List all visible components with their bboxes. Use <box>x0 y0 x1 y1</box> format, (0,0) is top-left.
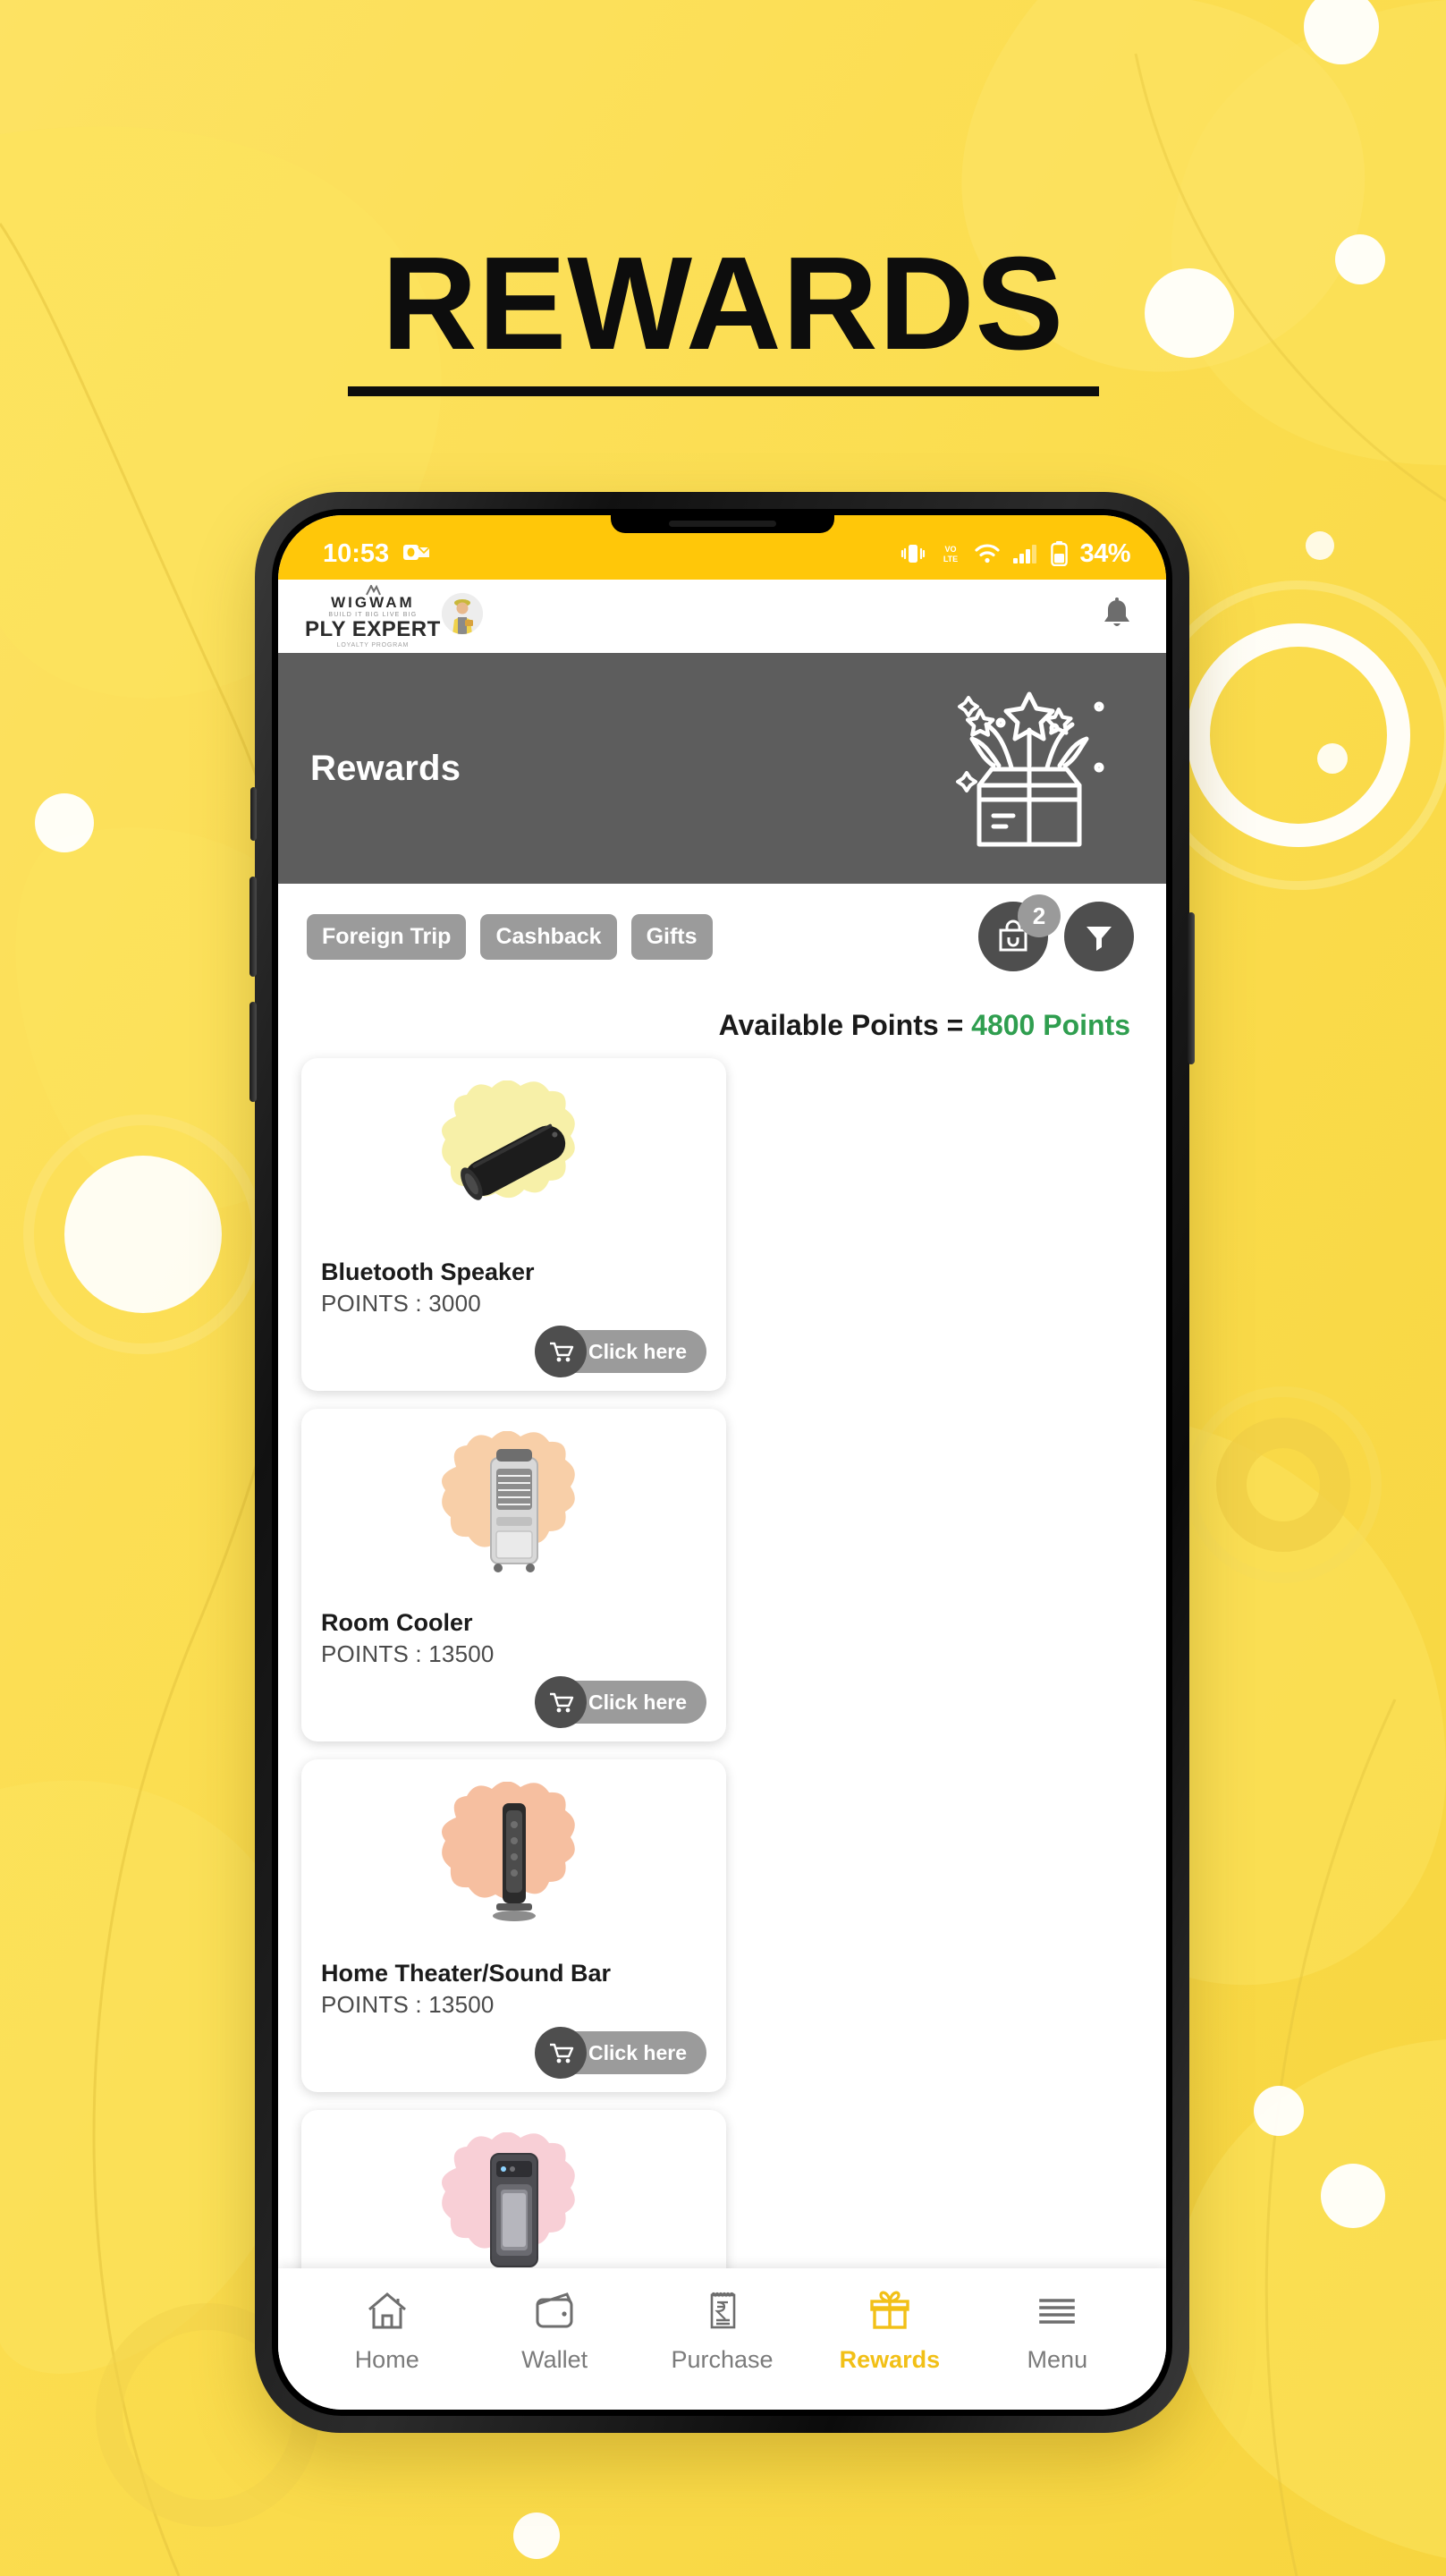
product-points: POINTS : 3000 <box>321 1290 481 1317</box>
phone-mockup: 10:53 VO LTE 34% WIGWAM BUILD IT BIG LIV… <box>249 492 1195 2433</box>
nav-label-home: Home <box>354 2346 419 2373</box>
page-root: REWARDS 10:53 VO LTE 34% WIGWAM BUILD IT… <box>0 0 1446 2576</box>
sound-bar-image <box>492 1803 536 1921</box>
app-logo: WIGWAM BUILD IT BIG LIVE BIG PLY EXPERT … <box>305 584 483 648</box>
filter-chip-gifts[interactable]: Gifts <box>630 913 713 960</box>
nav-label-rewards: Rewards <box>839 2346 941 2373</box>
status-bar-left: 10:53 <box>323 539 430 569</box>
volume-up-button <box>249 877 257 977</box>
logo-ply-expert-text: PLY EXPERT <box>305 616 441 641</box>
mute-switch <box>250 787 257 841</box>
rewards-content: Available Points = 4800 Points Bluetooth… <box>278 989 1166 2358</box>
cart-icon <box>535 1326 588 1377</box>
room-cooler-image <box>489 1449 538 1572</box>
nav-label-wallet: Wallet <box>521 2346 588 2373</box>
earpiece-speaker <box>668 521 776 527</box>
page-title: REWARDS <box>381 230 1065 377</box>
reward-card[interactable]: Room Cooler POINTS : 13500 Click here <box>301 1409 726 1741</box>
nav-label-menu: Menu <box>1027 2346 1088 2373</box>
title-underline <box>347 386 1099 396</box>
filter-chip-cashback[interactable]: Cashback <box>480 913 617 960</box>
wallet-icon <box>531 2288 578 2337</box>
product-name: Bluetooth Speaker <box>321 1258 535 1285</box>
rewards-banner: Rewards <box>278 653 1166 884</box>
funnel-filter-icon <box>1087 927 1112 951</box>
svg-text:LTE: LTE <box>943 555 958 564</box>
status-time: 10:53 <box>323 538 390 568</box>
click-here-button[interactable]: Click here <box>535 1676 706 1728</box>
notification-bell-icon[interactable] <box>1100 597 1134 637</box>
available-points-label: Available Points = <box>718 1009 972 1041</box>
reward-card[interactable]: Bluetooth Speaker POINTS : 3000 Click he… <box>301 1058 726 1391</box>
reward-card[interactable]: Home Theater/Sound Bar POINTS : 13500 Cl… <box>301 1759 726 2092</box>
product-cta-wrap: Click here <box>301 1668 726 1728</box>
battery-percent: 34% <box>1079 538 1130 568</box>
hamburger-menu-icon <box>1034 2288 1080 2337</box>
svg-text:VO: VO <box>945 545 957 554</box>
vibrate-icon <box>899 542 927 565</box>
available-points-value: 4800 Points <box>971 1009 1130 1041</box>
volte-icon: VO LTE <box>939 542 962 565</box>
available-points: Available Points = 4800 Points <box>301 989 1143 1058</box>
gift-icon <box>867 2288 913 2337</box>
app-header: WIGWAM BUILD IT BIG LIVE BIG PLY EXPERT … <box>278 580 1166 653</box>
status-bar-right: VO LTE 34% <box>899 539 1130 569</box>
nav-item-rewards[interactable]: Rewards <box>806 2288 973 2374</box>
nav-item-home[interactable]: Home <box>303 2288 470 2374</box>
filter-button[interactable] <box>1064 902 1134 971</box>
nav-item-menu[interactable]: Menu <box>974 2288 1141 2374</box>
nav-label-purchase: Purchase <box>671 2346 774 2373</box>
filter-chip-bar: Foreign Trip Cashback Gifts 2 <box>278 884 1166 989</box>
product-image-wrap <box>301 1074 726 1244</box>
product-cta-wrap: Click here <box>301 2019 726 2079</box>
home-icon <box>364 2288 410 2337</box>
click-here-label: Click here <box>588 1690 687 1714</box>
banner-title: Rewards <box>310 748 461 788</box>
cart-badge-count: 2 <box>1018 894 1061 937</box>
product-image-wrap <box>301 1775 726 1945</box>
product-name: Home Theater/Sound Bar <box>321 1960 612 1987</box>
product-image-wrap <box>301 1425 726 1595</box>
click-here-label: Click here <box>588 2040 687 2064</box>
phone-screen: 10:53 VO LTE 34% WIGWAM BUILD IT BIG LIV… <box>278 515 1166 2410</box>
signal-icon <box>1012 542 1039 565</box>
wifi-icon <box>974 542 1001 565</box>
power-button <box>1188 912 1195 1064</box>
click-here-button[interactable]: Click here <box>535 1326 706 1377</box>
filter-chip-foreign-trip[interactable]: Foreign Trip <box>307 913 467 960</box>
phone-bezel: 10:53 VO LTE 34% WIGWAM BUILD IT BIG LIV… <box>272 509 1172 2416</box>
toolbar-icons: 2 <box>978 894 1134 971</box>
logo-wigwam-text: WIGWAM <box>331 593 415 611</box>
washing-machine-image <box>489 2153 538 2267</box>
rewards-grid: Bluetooth Speaker POINTS : 3000 Click he… <box>301 1058 1143 2358</box>
product-cta-wrap: Click here <box>301 1318 726 1377</box>
bluetooth-speaker-image <box>460 1123 565 1200</box>
logo-wordmark: WIGWAM BUILD IT BIG LIVE BIG PLY EXPERT … <box>305 584 441 648</box>
click-here-button[interactable]: Click here <box>535 2027 706 2079</box>
mascot-avatar <box>441 593 483 634</box>
product-points: POINTS : 13500 <box>321 1991 495 2018</box>
cart-icon <box>535 1676 588 1728</box>
product-name: Room Cooler <box>321 1609 473 1636</box>
outlook-icon <box>403 542 430 565</box>
cart-icon <box>535 2027 588 2079</box>
product-points: POINTS : 13500 <box>321 1640 495 1667</box>
nav-item-purchase[interactable]: Purchase <box>638 2288 806 2374</box>
battery-icon <box>1051 541 1069 566</box>
receipt-rupee-icon <box>699 2288 746 2337</box>
nav-item-wallet[interactable]: Wallet <box>470 2288 638 2374</box>
logo-tagline-bottom: LOYALTY PROGRAM <box>336 641 410 648</box>
gift-box-burst-icon <box>942 680 1116 861</box>
cart-button[interactable]: 2 <box>978 894 1061 971</box>
bottom-navigation: Home Wallet Purchase Rewards Menu <box>278 2268 1166 2410</box>
click-here-label: Click here <box>588 1339 687 1363</box>
volume-down-button <box>249 1002 257 1102</box>
